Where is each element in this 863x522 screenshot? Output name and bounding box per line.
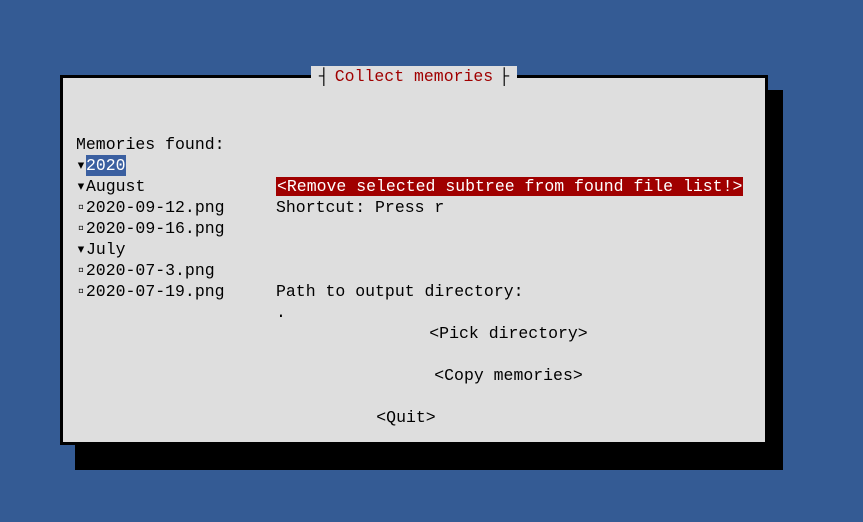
shortcut-hint: Shortcut: Press r (276, 198, 444, 217)
copy-memories-button[interactable]: <Copy memories> (434, 366, 583, 385)
remove-button[interactable]: <Remove selected subtree from found file… (276, 177, 743, 196)
tree-file[interactable]: 2020-07-19.png (86, 281, 225, 302)
tree-month[interactable]: August (86, 176, 145, 197)
expand-icon[interactable]: ▾ (76, 239, 86, 260)
title-bar: ┤Collect memories├ (63, 66, 765, 87)
output-dir-label: Path to output directory: (276, 282, 524, 301)
output-dir-input[interactable]: . (276, 303, 286, 322)
dialog-title: Collect memories (329, 67, 499, 86)
tree-file[interactable]: 2020-09-16.png (86, 218, 225, 239)
title-decoration: ┤ (319, 67, 329, 86)
tree-file[interactable]: 2020-09-12.png (86, 197, 225, 218)
bullet-icon: ▫ (76, 218, 86, 239)
tree-file[interactable]: 2020-07-3.png (86, 260, 215, 281)
pick-directory-button[interactable]: <Pick directory> (429, 324, 587, 343)
quit-button[interactable]: <Quit> (376, 408, 435, 427)
dialog-window: ┤Collect memories├ Memories found: ▾ 202… (60, 75, 768, 445)
bullet-icon: ▫ (76, 260, 86, 281)
tree-root[interactable]: 2020 (86, 155, 126, 176)
expand-icon[interactable]: ▾ (76, 176, 86, 197)
title-decoration: ├ (499, 67, 509, 86)
tree-month[interactable]: July (86, 239, 126, 260)
expand-icon[interactable]: ▾ (76, 155, 86, 176)
bullet-icon: ▫ (76, 281, 86, 302)
bullet-icon: ▫ (76, 197, 86, 218)
memories-found-label: Memories found: (76, 134, 225, 155)
